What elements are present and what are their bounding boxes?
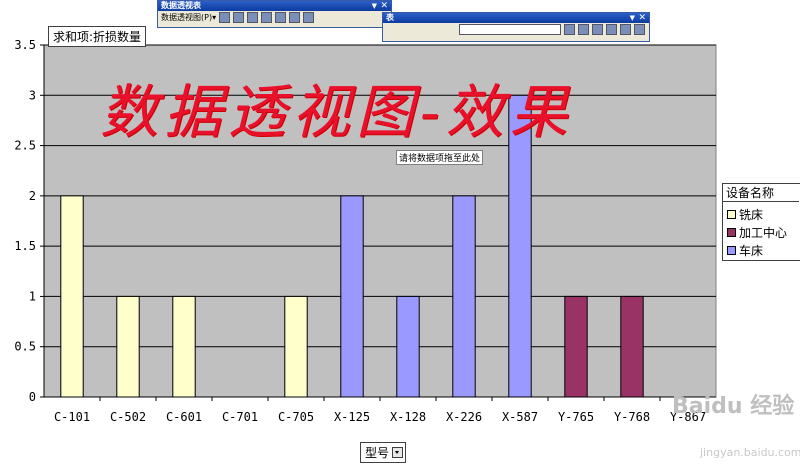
- toolbar-title-label: 表: [386, 13, 394, 22]
- x-tick-label: X-587: [502, 410, 538, 424]
- close-icon[interactable]: ✕: [380, 1, 388, 11]
- x-tick-label: X-128: [390, 410, 426, 424]
- by-column-icon[interactable]: [620, 24, 631, 35]
- refresh-icon[interactable]: [275, 12, 287, 23]
- y-tick-label: 0: [29, 390, 36, 404]
- bar-Y-765: [564, 295, 588, 398]
- pivot-menu-button[interactable]: 数据透视图(P)▾: [161, 12, 216, 23]
- show-detail-icon[interactable]: [261, 12, 273, 23]
- category-field-button[interactable]: 型号: [360, 442, 407, 463]
- legend-icon[interactable]: [578, 24, 589, 35]
- y-tick-label: 2: [29, 189, 36, 203]
- data-table-icon[interactable]: [592, 24, 603, 35]
- pivot-toolbar: 数据透视表 ▼ ✕ 数据透视图(P)▾: [157, 0, 392, 28]
- toolbar-title-label: 数据透视表: [161, 1, 201, 10]
- bar-X-125: [340, 195, 364, 398]
- secondary-toolbar: 表 ▼ ✕: [382, 12, 650, 42]
- x-tick-label: X-125: [334, 410, 370, 424]
- toolbar-title[interactable]: 表 ▼ ✕: [383, 13, 649, 23]
- hide-detail-icon[interactable]: [247, 12, 259, 23]
- legend-label: 车床: [739, 244, 764, 258]
- data-field-button[interactable]: 求和项:折损数量: [48, 26, 147, 47]
- x-tick-label: C-601: [166, 410, 202, 424]
- y-tick-label: 0.5: [14, 340, 36, 354]
- legend-label: 加工中心: [739, 226, 788, 240]
- y-tick-label: 1: [29, 289, 36, 303]
- legend-item-lathe: 车床: [727, 242, 763, 259]
- legend-item-machining-center: 加工中心: [727, 224, 787, 241]
- by-row-icon[interactable]: [606, 24, 617, 35]
- legend-title[interactable]: 设备名称: [723, 184, 799, 202]
- chevron-down-icon[interactable]: [392, 447, 404, 458]
- toolbar-row: 数据透视图(P)▾: [158, 11, 391, 24]
- close-icon[interactable]: ✕: [638, 13, 646, 23]
- y-tick-label: 3: [29, 88, 36, 102]
- angle-text-icon[interactable]: [634, 24, 645, 35]
- handwritten-annotation: 数据透视图-效果: [100, 78, 574, 146]
- x-tick-label: C-101: [54, 410, 90, 424]
- format-icon[interactable]: [219, 12, 231, 23]
- legend-swatch: [727, 228, 736, 237]
- field-list-icon[interactable]: [303, 12, 315, 23]
- bar-C-502: [116, 295, 140, 398]
- chart-legend: 设备名称 铣床 加工中心 车床: [722, 183, 800, 261]
- bar-C-101: [60, 195, 84, 398]
- legend-swatch: [727, 210, 736, 219]
- x-tick-label: C-701: [222, 410, 258, 424]
- watermark: Baidu 经验: [672, 394, 795, 419]
- y-tick-label: 2.5: [14, 139, 36, 153]
- bar-C-601: [172, 295, 196, 398]
- watermark-url: jingyan.baidu.com: [700, 446, 800, 459]
- field-settings-icon[interactable]: [289, 12, 301, 23]
- drop-zone-hint[interactable]: 请将数据项拖至此处: [396, 150, 484, 165]
- legend-swatch: [727, 246, 736, 255]
- chevron-down-icon[interactable]: ▼: [630, 13, 635, 23]
- y-tick-label: 1.5: [14, 239, 36, 253]
- x-tick-label: X-226: [446, 410, 482, 424]
- chevron-down-icon[interactable]: ▼: [372, 1, 377, 11]
- category-field-label: 型号: [365, 446, 390, 460]
- x-tick-label: C-705: [278, 410, 314, 424]
- chart-type-icon[interactable]: [564, 24, 575, 35]
- bar-Y-768: [620, 295, 644, 398]
- legend-title-label: 设备名称: [726, 186, 775, 200]
- bar-X-128: [396, 295, 420, 398]
- x-tick-label: C-502: [110, 410, 146, 424]
- x-tick-label: Y-768: [614, 410, 650, 424]
- bar-X-226: [452, 195, 476, 398]
- y-tick-label: 3.5: [14, 38, 36, 52]
- legend-label: 铣床: [739, 208, 764, 222]
- toolbar-title[interactable]: 数据透视表 ▼ ✕: [158, 1, 391, 11]
- legend-item-milling: 铣床: [727, 206, 763, 223]
- wizard-icon[interactable]: [233, 12, 245, 23]
- x-tick-label: Y-765: [558, 410, 594, 424]
- toolbar-row: [383, 23, 649, 36]
- combo-input[interactable]: [459, 24, 561, 35]
- bar-C-705: [284, 295, 308, 398]
